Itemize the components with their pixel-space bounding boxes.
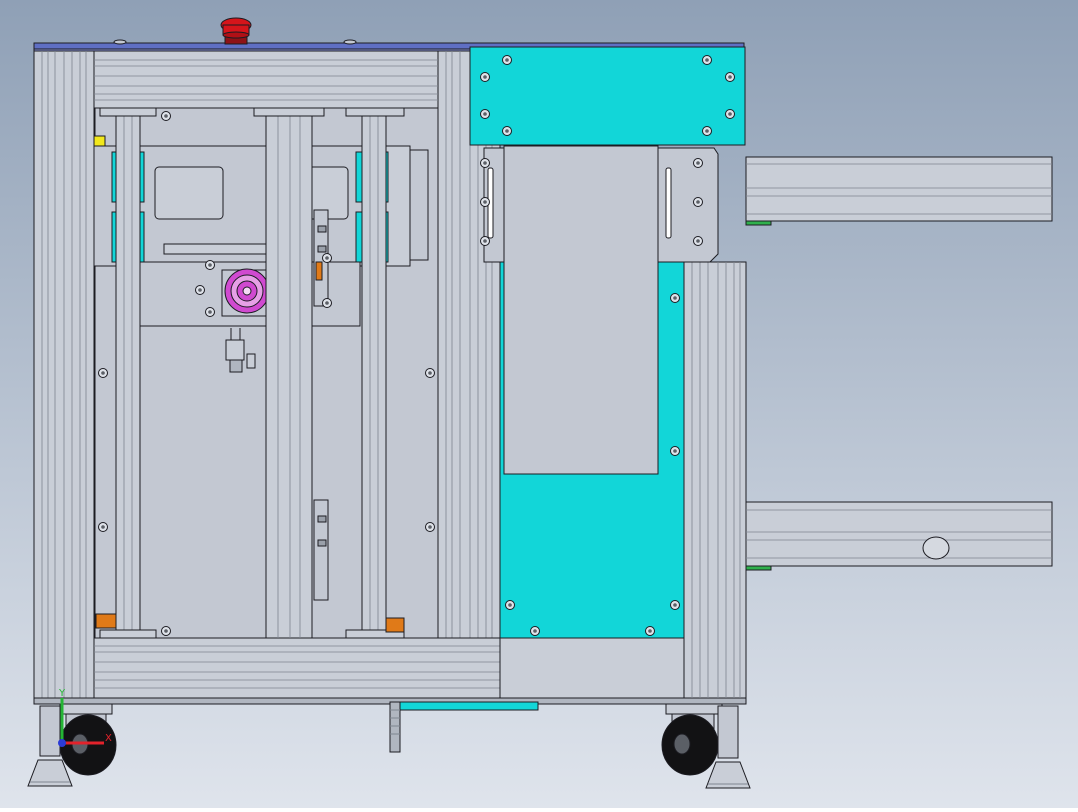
frame-beam-top bbox=[93, 50, 439, 109]
bolt-socket bbox=[101, 371, 105, 375]
cyan-base-bar bbox=[399, 701, 539, 711]
limit-switch bbox=[317, 245, 327, 253]
top-bolt-head bbox=[343, 39, 357, 45]
bolt-socket bbox=[428, 371, 432, 375]
bolt-socket bbox=[483, 75, 487, 79]
axis-z-point bbox=[58, 739, 66, 747]
bolt-socket bbox=[728, 75, 732, 79]
axis-x-label: X bbox=[105, 733, 112, 744]
right-frame-post bbox=[683, 261, 747, 699]
top-bolt-head bbox=[113, 39, 127, 45]
limit-switch bbox=[317, 225, 327, 233]
rail-end-cap bbox=[253, 107, 325, 117]
spacer-orange bbox=[95, 613, 117, 629]
frame-beam-bottom bbox=[93, 637, 501, 699]
rail-end-cap bbox=[99, 629, 157, 639]
slide-plate bbox=[503, 145, 659, 475]
bolt-socket bbox=[325, 301, 329, 305]
guide-rail bbox=[265, 115, 313, 639]
bolt-socket bbox=[198, 288, 202, 292]
bolt-socket bbox=[705, 129, 709, 133]
bolt-socket bbox=[696, 161, 700, 165]
slot bbox=[665, 167, 672, 239]
bolt-socket bbox=[208, 310, 212, 314]
bolt-socket bbox=[483, 161, 487, 165]
bolt-socket bbox=[483, 239, 487, 243]
center-leveling-screw bbox=[389, 701, 401, 753]
bolt-socket bbox=[648, 629, 652, 633]
bolt-socket bbox=[505, 58, 509, 62]
bolt-socket bbox=[673, 449, 677, 453]
bolt-socket bbox=[101, 525, 105, 529]
side-conveyor-rail-lower bbox=[745, 501, 1053, 571]
spacer-orange bbox=[385, 617, 405, 633]
bolt-socket bbox=[673, 603, 677, 607]
gearbox-plate bbox=[154, 166, 224, 220]
bolt-socket bbox=[428, 525, 432, 529]
rail-end-cap bbox=[345, 107, 405, 117]
spacer-orange bbox=[315, 261, 323, 281]
bolt-socket bbox=[325, 256, 329, 260]
rail-end-cap bbox=[99, 107, 157, 117]
bolt-socket bbox=[164, 629, 168, 633]
limit-switch-bracket bbox=[313, 499, 329, 601]
emergency-stop-button[interactable] bbox=[220, 17, 252, 45]
bolt-socket bbox=[164, 114, 168, 118]
bolt-socket bbox=[728, 112, 732, 116]
axis-y-label: Y bbox=[58, 688, 66, 699]
bolt-socket bbox=[696, 200, 700, 204]
side-conveyor-rail-upper bbox=[745, 156, 1053, 226]
bolt-socket bbox=[673, 296, 677, 300]
guide-rail bbox=[115, 115, 141, 639]
bolt-socket bbox=[208, 263, 212, 267]
cad-viewport: Y X bbox=[0, 0, 1078, 808]
machine-drawing: Y X bbox=[0, 0, 1078, 808]
bolt-socket bbox=[505, 129, 509, 133]
frame-beam-bottom-right bbox=[499, 637, 685, 699]
guide-rail bbox=[361, 115, 387, 639]
bolt-socket bbox=[508, 603, 512, 607]
drive-motor bbox=[221, 268, 270, 317]
marker-yellow bbox=[93, 135, 106, 147]
bolt-socket bbox=[696, 239, 700, 243]
bolt-socket bbox=[483, 112, 487, 116]
bolt-socket bbox=[533, 629, 537, 633]
bolt-socket bbox=[483, 200, 487, 204]
drive-carriage-cap bbox=[409, 149, 429, 261]
limit-switch bbox=[317, 539, 327, 547]
bolt-socket bbox=[705, 58, 709, 62]
limit-switch bbox=[317, 515, 327, 523]
